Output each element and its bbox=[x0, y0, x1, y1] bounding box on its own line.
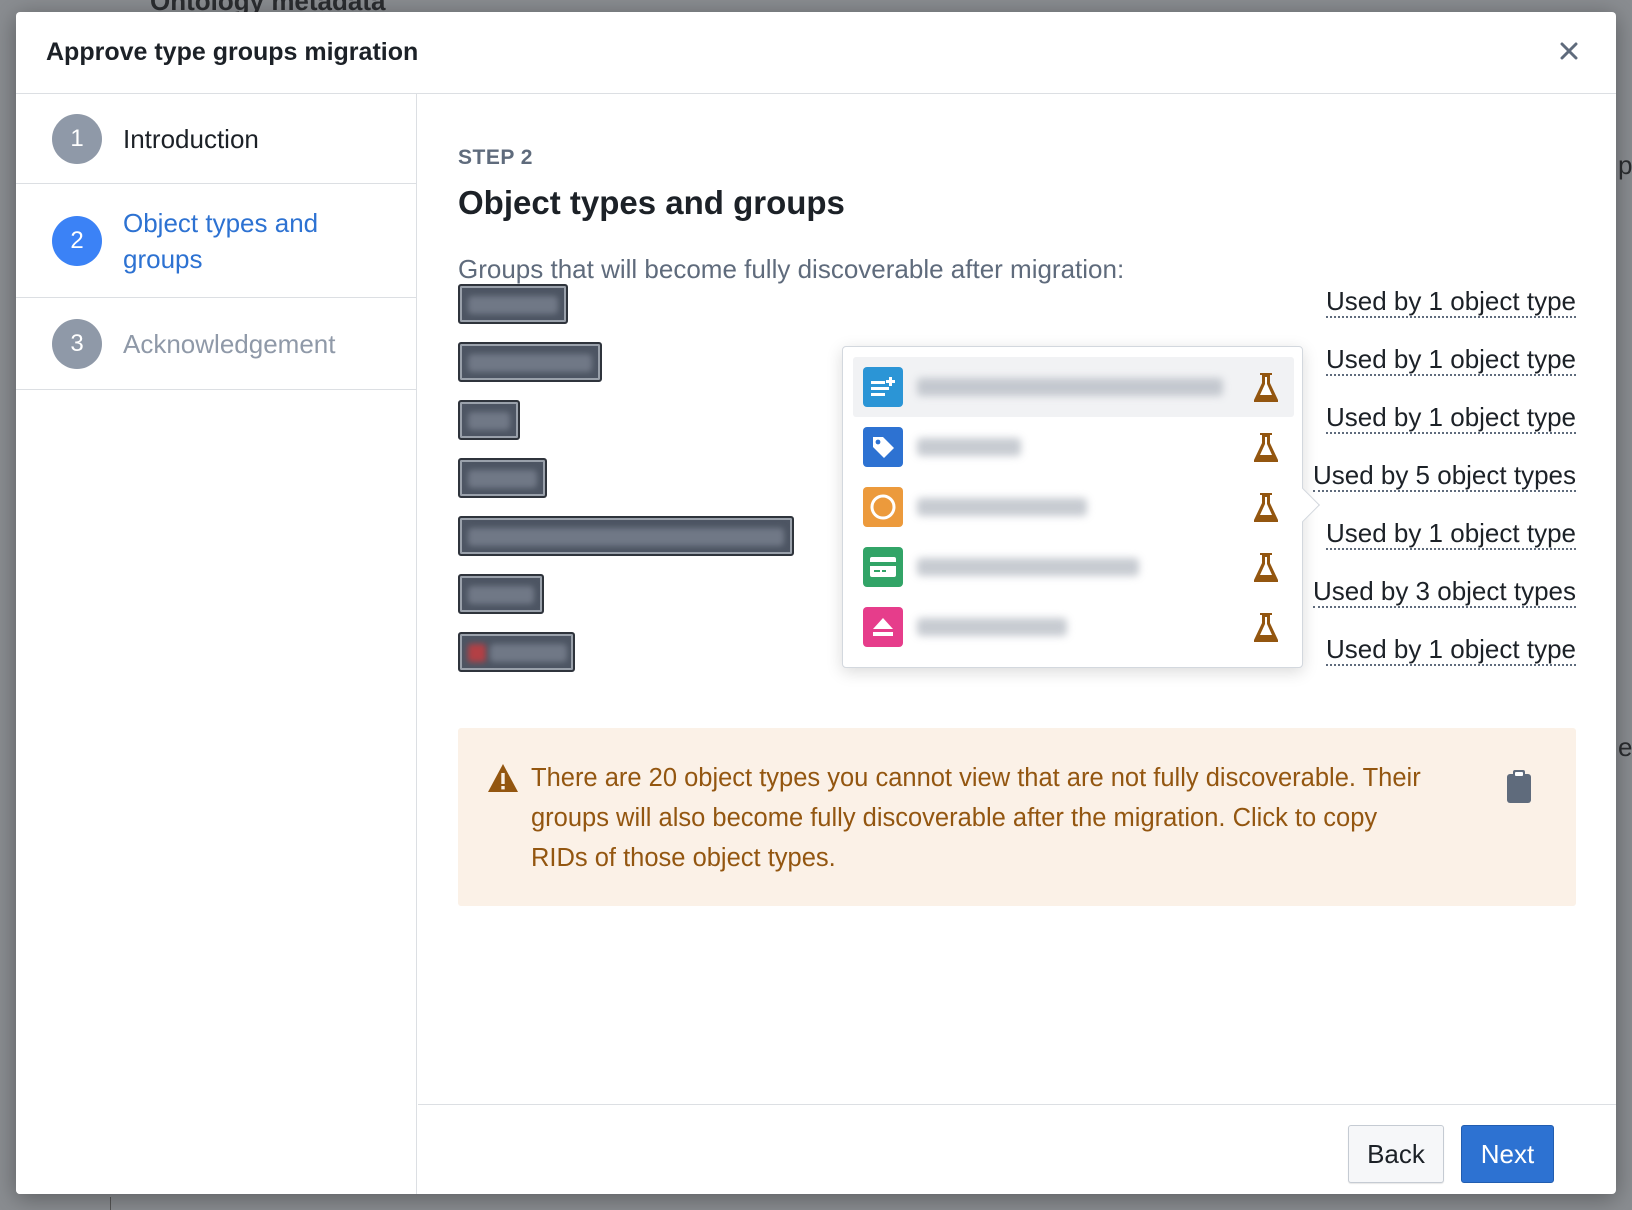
migration-dialog: Approve type groups migration 1 Introduc… bbox=[16, 12, 1616, 1194]
flask-icon bbox=[1254, 373, 1278, 402]
usage-link[interactable]: Used by 5 object types bbox=[1312, 460, 1576, 492]
close-icon bbox=[1560, 42, 1578, 60]
step-label: Acknowledgement bbox=[123, 328, 336, 359]
object-type-item[interactable] bbox=[853, 537, 1294, 597]
usage-link[interactable]: Used by 3 object types bbox=[1312, 576, 1576, 608]
group-row: Used by 1 object type bbox=[458, 284, 1576, 324]
step-introduction[interactable]: 1 Introduction bbox=[16, 94, 416, 184]
flask-icon bbox=[1254, 613, 1278, 642]
warning-callout: There are 20 object types you cannot vie… bbox=[458, 728, 1576, 906]
warning-text: There are 20 object types you cannot vie… bbox=[531, 764, 1421, 872]
background-divider bbox=[110, 1197, 150, 1210]
background-fragment: p bbox=[1618, 150, 1632, 180]
step-number: 1 bbox=[52, 113, 102, 164]
object-types-popover bbox=[842, 346, 1320, 668]
list-add-icon bbox=[863, 367, 903, 407]
step-number: 2 bbox=[52, 215, 102, 266]
dialog-title: Approve type groups migration bbox=[46, 38, 419, 66]
dialog-header: Approve type groups migration bbox=[16, 12, 1616, 94]
circle-icon bbox=[863, 487, 903, 527]
step-number: 3 bbox=[52, 318, 102, 369]
flask-icon bbox=[1254, 493, 1278, 522]
object-type-name bbox=[917, 618, 1067, 636]
flask-icon bbox=[1254, 553, 1278, 582]
clipboard-icon[interactable] bbox=[1506, 770, 1532, 804]
group-tag bbox=[458, 342, 602, 382]
object-type-name bbox=[917, 378, 1223, 396]
step-object-types-and-groups[interactable]: 2 Object types and groups bbox=[16, 184, 416, 298]
usage-link[interactable]: Used by 1 object type bbox=[1325, 402, 1576, 434]
usage-link[interactable]: Used by 1 object type bbox=[1325, 344, 1576, 376]
group-tag bbox=[458, 458, 547, 498]
group-tag bbox=[458, 574, 544, 614]
object-type-item[interactable] bbox=[853, 597, 1294, 657]
object-type-name bbox=[917, 438, 1021, 456]
credit-card-icon bbox=[863, 547, 903, 587]
next-button[interactable]: Next bbox=[1461, 1125, 1554, 1183]
section-description: Groups that will become fully discoverab… bbox=[458, 254, 1125, 284]
step-acknowledgement[interactable]: 3 Acknowledgement bbox=[16, 298, 416, 390]
group-tag bbox=[458, 400, 520, 440]
object-type-item[interactable] bbox=[853, 477, 1294, 537]
group-tag bbox=[458, 632, 575, 672]
dialog-footer: Back Next bbox=[418, 1104, 1616, 1194]
usage-link[interactable]: Used by 1 object type bbox=[1325, 286, 1576, 318]
group-tag bbox=[458, 516, 794, 556]
section-title: Object types and groups bbox=[458, 184, 845, 221]
tag-icon bbox=[863, 427, 903, 467]
step-label: Object types and groups bbox=[123, 207, 319, 274]
close-button[interactable] bbox=[1552, 34, 1586, 68]
object-type-item[interactable] bbox=[853, 357, 1294, 417]
group-tag bbox=[458, 284, 568, 324]
flask-icon bbox=[1254, 433, 1278, 462]
object-type-item[interactable] bbox=[853, 417, 1294, 477]
back-button[interactable]: Back bbox=[1348, 1125, 1444, 1183]
usage-link[interactable]: Used by 1 object type bbox=[1325, 634, 1576, 666]
eject-icon bbox=[863, 607, 903, 647]
object-type-name bbox=[917, 498, 1087, 516]
step-kicker: STEP 2 bbox=[458, 146, 533, 169]
step-sidebar: 1 Introduction 2 Object types and groups… bbox=[16, 94, 417, 1194]
warning-icon bbox=[488, 764, 518, 792]
step-label: Introduction bbox=[123, 123, 259, 154]
object-type-name bbox=[917, 558, 1139, 576]
background-fragment: er bbox=[1618, 732, 1632, 762]
usage-link[interactable]: Used by 1 object type bbox=[1325, 518, 1576, 550]
